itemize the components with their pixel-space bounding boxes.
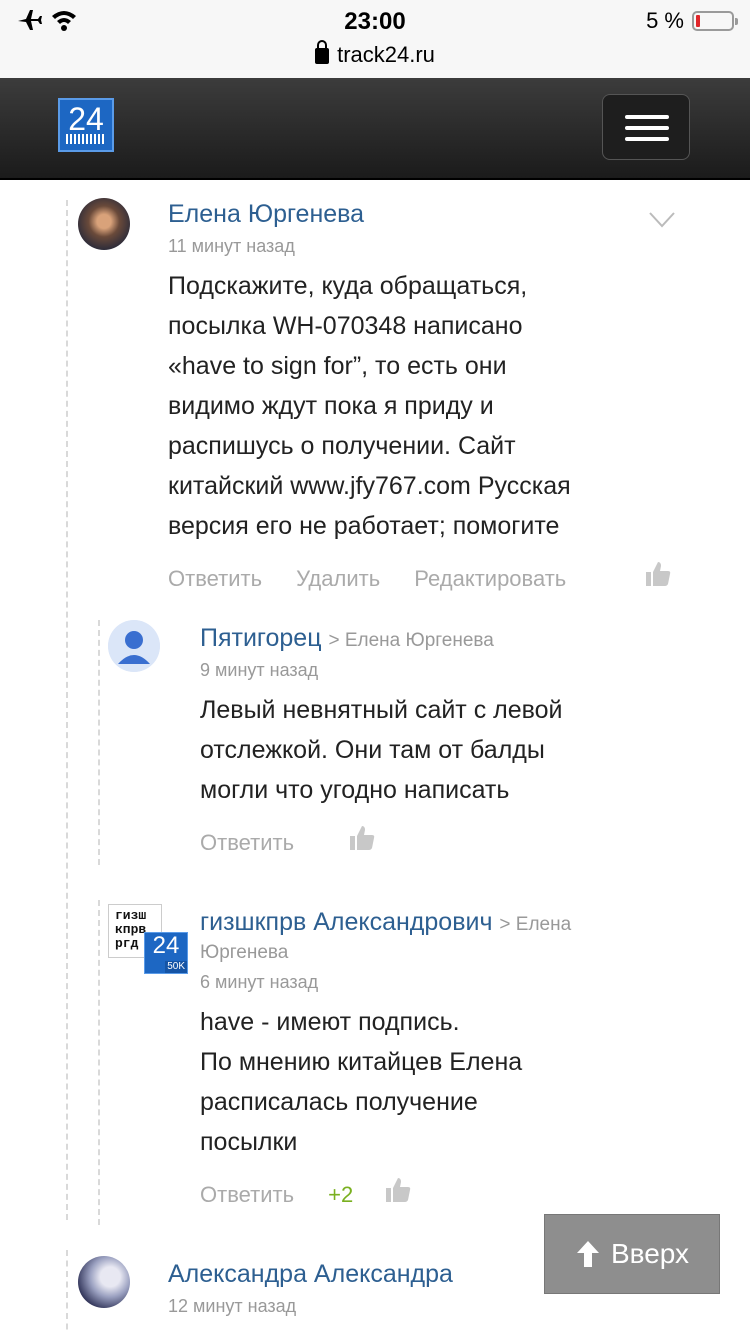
scroll-to-top-button[interactable]: Вверх xyxy=(544,1214,720,1294)
thread-line xyxy=(98,900,100,1225)
comment-time: 11 минут назад xyxy=(168,236,295,256)
comment-author[interactable]: Александра Александра xyxy=(168,1260,453,1289)
comment-text: Подскажите, куда обращаться, посылка WH-… xyxy=(168,272,571,540)
comment-time: 6 минут назад xyxy=(200,972,319,992)
url-text: track24.ru xyxy=(337,42,435,67)
comment-actions: Ответить +2 xyxy=(200,1182,363,1208)
clock: 23:00 xyxy=(344,8,406,35)
status-bar: 23:00 track24.ru 5 % xyxy=(0,0,750,78)
comment-actions: Ответить xyxy=(200,830,322,856)
reply-link[interactable]: Ответить xyxy=(168,566,262,592)
lock-icon xyxy=(315,40,330,64)
comment-time: 12 минут назад xyxy=(168,1296,297,1316)
comment-time: 9 минут назад xyxy=(200,660,319,680)
vote-count: +2 xyxy=(328,1182,354,1207)
comments-section: Елена Юргенева 11 минут назад Подскажите… xyxy=(0,180,750,1334)
comment-author[interactable]: Елена Юргенева xyxy=(168,200,364,229)
thumbs-up-icon[interactable] xyxy=(644,560,672,588)
delete-link[interactable]: Удалить xyxy=(296,566,380,592)
thumbs-up-icon[interactable] xyxy=(348,824,376,852)
comment-actions: Ответить Удалить Редактировать xyxy=(168,566,594,592)
chevron-down-icon[interactable] xyxy=(648,210,676,230)
site-header: 24 xyxy=(0,78,750,180)
scroll-to-top-label: Вверх xyxy=(610,1238,690,1269)
thread-line xyxy=(66,1250,68,1334)
comment-author: Пятигорец > Елена Юргенева xyxy=(200,624,494,652)
battery-indicator: 5 % xyxy=(646,8,738,34)
barcode-icon xyxy=(66,134,106,144)
default-avatar[interactable] xyxy=(108,620,160,672)
reply-to-label[interactable]: Юргенева xyxy=(200,942,288,964)
logo-text: 24 xyxy=(68,101,104,137)
track24-badge: 24 50K xyxy=(144,932,188,974)
arrow-up-icon xyxy=(576,1241,599,1267)
avatar[interactable] xyxy=(78,1256,130,1308)
reply-link[interactable]: Ответить xyxy=(200,830,294,856)
avatar[interactable] xyxy=(78,198,130,250)
battery-percent: 5 % xyxy=(646,8,684,33)
comment-text: have - имеют подпись. По мнению китайцев… xyxy=(200,1008,523,1156)
hamburger-menu-button[interactable] xyxy=(602,94,690,160)
comment-text: Левый невнятный сайт с левой отслежкой. … xyxy=(200,696,563,804)
edit-link[interactable]: Редактировать xyxy=(414,566,566,592)
comment-author: гизшкпрв Александрович > Елена xyxy=(200,908,572,936)
battery-icon xyxy=(692,11,738,31)
url-bar[interactable]: track24.ru xyxy=(0,40,750,68)
reply-link[interactable]: Ответить xyxy=(200,1182,294,1208)
track24-logo[interactable]: 24 xyxy=(58,98,114,152)
thread-line xyxy=(66,200,68,1220)
thread-line xyxy=(98,620,100,865)
thumbs-up-icon[interactable] xyxy=(384,1176,412,1204)
